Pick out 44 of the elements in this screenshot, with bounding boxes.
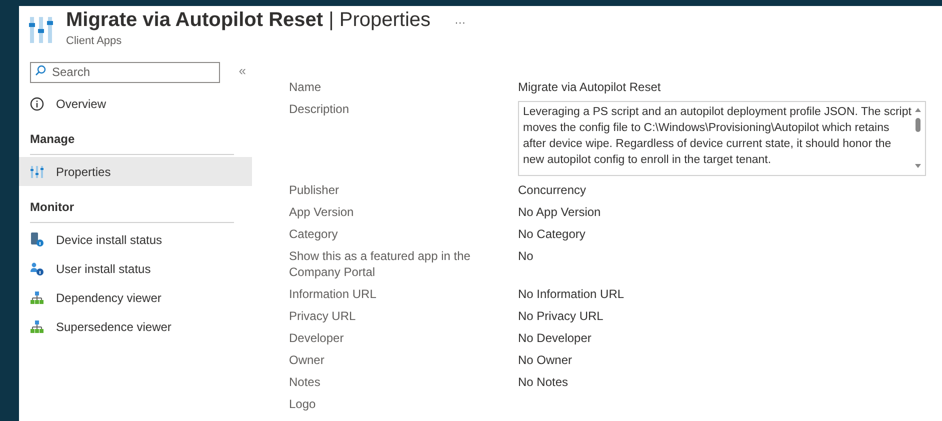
- section-heading: Manage: [30, 130, 234, 155]
- collapse-button[interactable]: «: [238, 64, 246, 77]
- property-label: Publisher: [289, 182, 340, 198]
- device-info-icon: [30, 232, 44, 247]
- property-label: Name: [289, 79, 322, 95]
- user-info-icon: [30, 262, 44, 276]
- property-label: Notes: [289, 374, 322, 390]
- property-value: Concurrency: [518, 182, 586, 198]
- property-value: No Privacy URL: [518, 308, 604, 324]
- more-button[interactable]: ···: [454, 15, 466, 32]
- app-sliders-icon: [28, 15, 54, 45]
- property-label: Description: [289, 101, 350, 118]
- property-label: Category: [289, 226, 339, 242]
- property-value: No Category: [518, 226, 586, 242]
- search-field[interactable]: Search: [30, 62, 220, 82]
- property-label: App Version: [289, 204, 355, 220]
- property-label: Owner: [289, 352, 326, 368]
- nav-item[interactable]: Overview: [19, 89, 252, 118]
- property-label: Show this as a featured app in the Company Portal: [289, 248, 472, 280]
- hierarchy-icon: [30, 290, 44, 304]
- property-label: Information URL: [289, 286, 378, 302]
- property-value: Migrate via Autopilot Reset: [518, 79, 661, 95]
- nav-item[interactable]: Device install status: [19, 225, 252, 254]
- property-value: No Developer: [518, 330, 592, 346]
- nav-item[interactable]: Supersedence viewer: [19, 312, 252, 341]
- property-value: No Owner: [518, 352, 572, 368]
- nav-item[interactable]: Properties: [19, 157, 252, 186]
- page-subtitle: Client Apps: [66, 34, 123, 49]
- property-value: No Notes: [518, 374, 568, 390]
- page-title: Migrate via Autopilot Reset | Properties: [66, 8, 431, 33]
- property-value: No Information URL: [518, 286, 624, 302]
- section-heading: Monitor: [30, 198, 234, 223]
- property-label: Logo: [289, 396, 317, 412]
- hierarchy-icon: [30, 320, 44, 334]
- description-box: Leveraging a PS script and an autopilot deployment profile JSON. The script moves the config file to C:\Windows\Provisioning\Autopilot which retains after device wipe. Regardless of device current state, it should honor the new autopilot config to enroll in the target tenant.: [518, 101, 926, 176]
- search-icon: [35, 65, 46, 76]
- property-label: Developer: [289, 330, 345, 346]
- property-label: Privacy URL: [289, 308, 357, 324]
- nav-item[interactable]: Dependency viewer: [19, 283, 252, 312]
- property-value: No App Version: [518, 204, 601, 220]
- property-value: No: [518, 248, 534, 265]
- info-icon: [30, 96, 44, 110]
- nav-item[interactable]: User install status: [19, 254, 252, 283]
- sliders-icon: [30, 164, 44, 178]
